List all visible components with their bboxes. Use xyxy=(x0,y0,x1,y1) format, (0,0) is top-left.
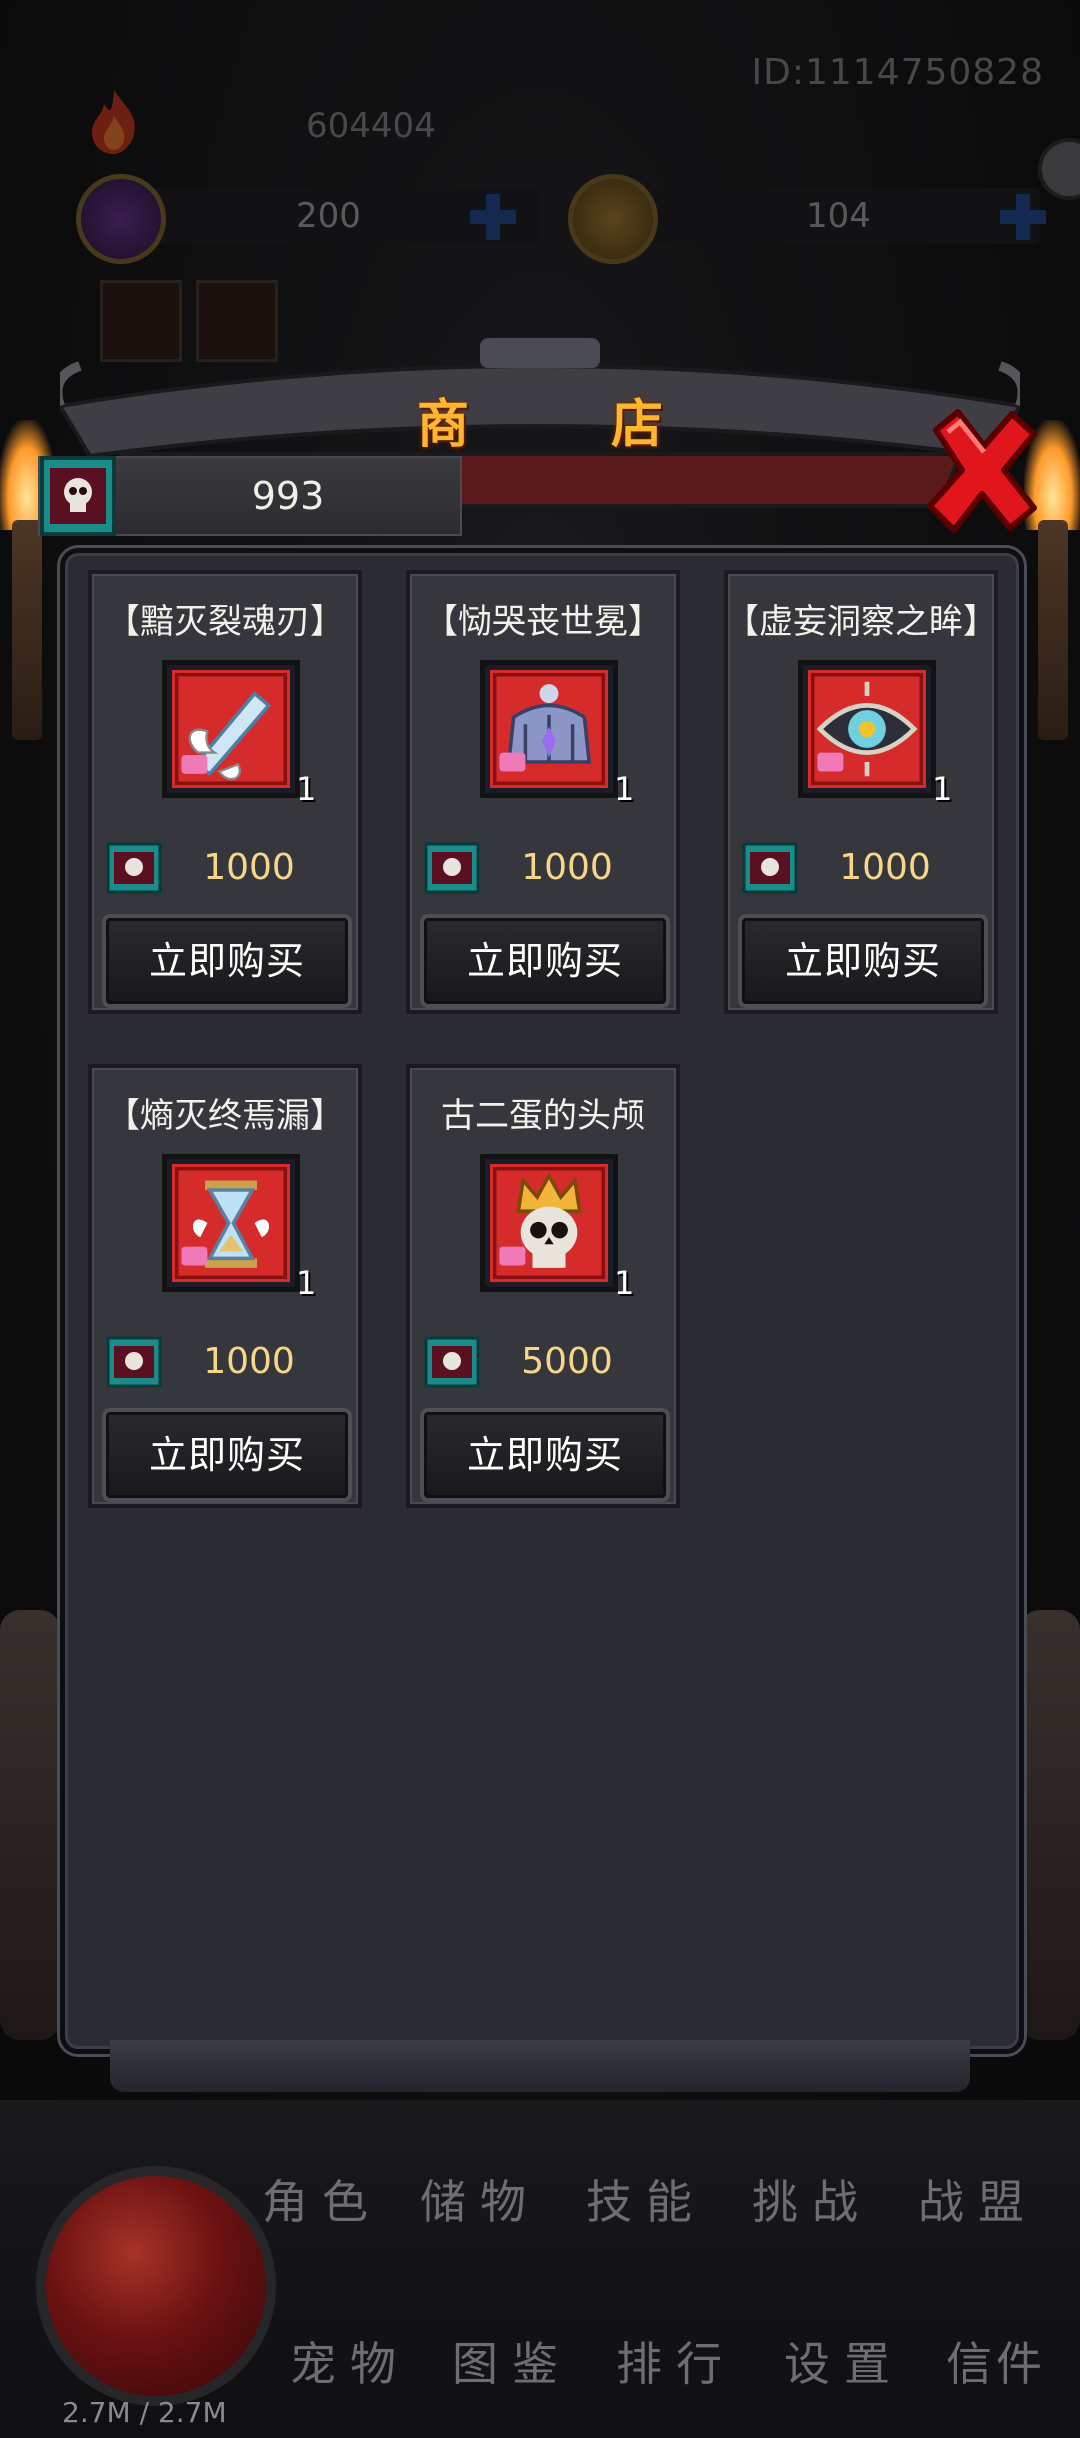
shop-panel-base xyxy=(110,2040,970,2092)
close-icon[interactable] xyxy=(918,400,1048,540)
item-price: 1000 xyxy=(521,847,613,888)
buy-now-button[interactable]: 立即购买 xyxy=(102,1408,352,1502)
nav-skills[interactable]: 技能 xyxy=(586,2166,706,2232)
shop-currency-amount: 993 xyxy=(251,474,325,518)
nav-codex[interactable]: 图鉴 xyxy=(452,2328,572,2394)
buy-now-button[interactable]: 立即购买 xyxy=(420,914,670,1008)
item-slot[interactable] xyxy=(798,660,936,798)
item-slot[interactable] xyxy=(162,660,300,798)
crowned-skull-icon xyxy=(490,1164,608,1282)
shop-currency-bar: 993 xyxy=(38,456,462,536)
gargoyle-statue-left xyxy=(0,1610,60,2040)
health-orb xyxy=(46,2176,266,2396)
shop-item-card: 【黯灭裂魂刃】 1 1000 立即购买 xyxy=(88,570,362,1014)
nav-character[interactable]: 角色 xyxy=(262,2166,382,2232)
buy-now-button[interactable]: 立即购买 xyxy=(420,1408,670,1502)
item-count: 1 xyxy=(614,1264,635,1302)
buy-now-label: 立即购买 xyxy=(148,1433,305,1477)
item-count: 1 xyxy=(932,770,953,808)
item-price: 1000 xyxy=(203,847,295,888)
item-price: 1000 xyxy=(839,847,931,888)
skull-ticket-icon xyxy=(742,842,798,894)
shop-item-card: 【虚妄洞察之眸】 1 1000 立即购买 xyxy=(724,570,998,1014)
shop-item-card: 【熵灭终焉漏】 1 1000 立即购买 xyxy=(88,1064,362,1508)
gargoyle-statue-right xyxy=(1020,1610,1080,2040)
item-name: 【熵灭终焉漏】 xyxy=(106,1096,344,1136)
buy-now-label: 立即购买 xyxy=(784,939,941,983)
buy-now-button[interactable]: 立即购买 xyxy=(102,914,352,1008)
nav-mail[interactable]: 信件 xyxy=(946,2328,1046,2394)
skull-ticket-icon xyxy=(106,842,162,894)
winged-sword-icon xyxy=(172,670,290,788)
item-slot[interactable] xyxy=(480,660,618,798)
nav-ranking[interactable]: 排行 xyxy=(616,2328,736,2394)
buy-now-button[interactable]: 立即购买 xyxy=(738,914,988,1008)
buy-now-label: 立即购买 xyxy=(466,1433,623,1477)
hourglass-icon xyxy=(172,1164,290,1282)
item-slot[interactable] xyxy=(480,1154,618,1292)
item-count: 1 xyxy=(614,770,635,808)
item-name: 【恸哭丧世冕】 xyxy=(424,602,662,642)
nav-pets[interactable]: 宠物 xyxy=(290,2328,410,2394)
nav-alliance[interactable]: 战盟 xyxy=(918,2166,1038,2232)
skull-ticket-icon xyxy=(424,842,480,894)
health-text: 2.7M / 2.7M xyxy=(62,2396,227,2429)
item-count: 1 xyxy=(296,1264,317,1302)
item-name: 【黯灭裂魂刃】 xyxy=(106,602,344,642)
buy-now-label: 立即购买 xyxy=(466,939,623,983)
crown-icon xyxy=(490,670,608,788)
item-name: 【虚妄洞察之眸】 xyxy=(725,602,997,642)
item-slot[interactable] xyxy=(162,1154,300,1292)
shop-item-card: 古二蛋的头颅 1 5000 立即购买 xyxy=(406,1064,680,1508)
skull-ticket-icon xyxy=(424,1336,480,1388)
buy-now-label: 立即购买 xyxy=(148,939,305,983)
nav-settings[interactable]: 设置 xyxy=(784,2328,904,2394)
shop-item-card: 【恸哭丧世冕】 1 1000 立即购买 xyxy=(406,570,680,1014)
nav-challenge[interactable]: 挑战 xyxy=(752,2166,872,2232)
item-price: 5000 xyxy=(521,1341,613,1382)
item-count: 1 xyxy=(296,770,317,808)
eye-icon xyxy=(808,670,926,788)
item-name: 古二蛋的头颅 xyxy=(441,1096,645,1136)
nav-storage[interactable]: 储物 xyxy=(420,2166,540,2232)
skull-ticket-icon xyxy=(40,456,116,536)
skull-ticket-icon xyxy=(106,1336,162,1388)
item-price: 1000 xyxy=(203,1341,295,1382)
